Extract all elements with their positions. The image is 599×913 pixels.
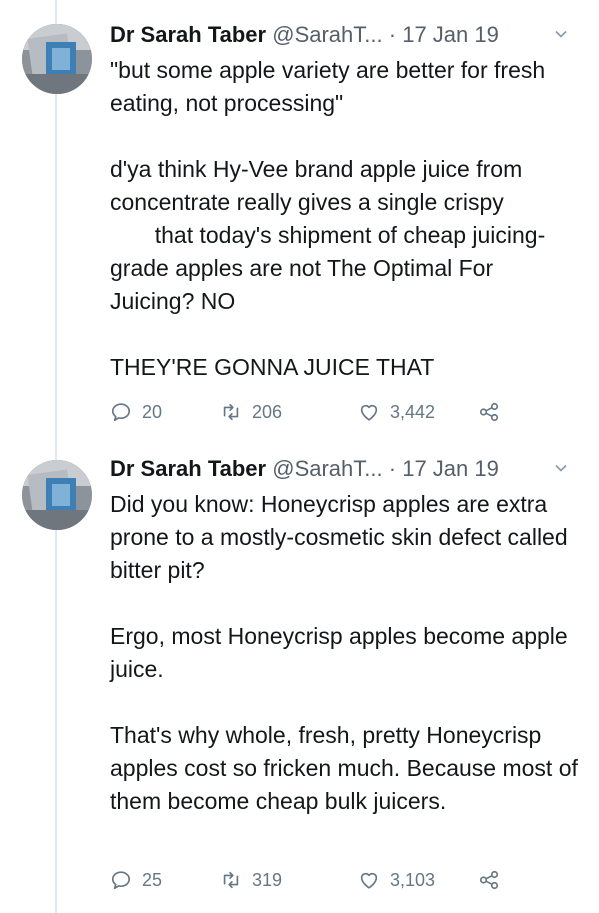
tweet-text: Did you know: Honeycrisp apples are extr… <box>110 488 580 818</box>
tweet-paragraph: Did you know: Honeycrisp apples are extr… <box>110 491 575 583</box>
tweet-paragraph: d'ya think Hy-Vee brand apple juice from… <box>110 156 546 314</box>
tweet-paragraph: THEY'RE GONNA JUICE THAT <box>110 354 435 380</box>
share-button[interactable] <box>478 865 500 895</box>
tweet-date[interactable]: 17 Jan 19 <box>402 456 499 481</box>
avatar-image <box>22 24 92 94</box>
separator-dot: · <box>388 22 397 47</box>
like-button[interactable]: 3,442 <box>358 397 435 427</box>
author-handle[interactable]: @SarahT... <box>272 22 382 47</box>
tweet-text: "but some apple variety are better for f… <box>110 54 580 384</box>
share-icon <box>479 402 499 422</box>
share-button[interactable] <box>478 397 500 427</box>
author-name[interactable]: Dr Sarah Taber <box>110 22 266 47</box>
share-icon <box>479 870 499 890</box>
tweet-header: Dr Sarah Taber @SarahT... · 17 Jan 19 <box>110 454 599 484</box>
reply-icon <box>111 871 131 890</box>
like-count: 3,442 <box>390 401 436 422</box>
retweet-count: 319 <box>252 869 283 890</box>
reply-count: 20 <box>142 401 163 422</box>
retweet-button[interactable]: 206 <box>220 397 282 427</box>
tweet-date[interactable]: 17 Jan 19 <box>402 22 499 47</box>
tweet[interactable]: Dr Sarah Taber @SarahT... · 17 Jan 19 Di… <box>0 440 599 913</box>
chevron-down-icon[interactable] <box>555 28 567 40</box>
reply-icon <box>111 403 131 422</box>
tweet-paragraph: That's why whole, fresh, pretty Honeycri… <box>110 722 585 814</box>
retweet-button[interactable]: 319 <box>220 865 282 895</box>
reply-button[interactable]: 25 <box>110 865 162 895</box>
author-name[interactable]: Dr Sarah Taber <box>110 456 266 481</box>
heart-icon <box>360 404 378 421</box>
like-button[interactable]: 3,103 <box>358 865 435 895</box>
tweet-paragraph: Ergo, most Honeycrisp apples become appl… <box>110 623 575 682</box>
retweet-count: 206 <box>252 401 283 422</box>
author-handle[interactable]: @SarahT... <box>272 456 382 481</box>
retweet-icon <box>223 871 239 889</box>
separator-dot: · <box>388 456 397 481</box>
tweet-header: Dr Sarah Taber @SarahT... · 17 Jan 19 <box>110 20 599 50</box>
retweet-icon <box>223 403 239 421</box>
tweet[interactable]: Dr Sarah Taber @SarahT... · 17 Jan 19 "b… <box>0 0 599 440</box>
chevron-down-icon[interactable] <box>555 462 567 474</box>
reply-count: 25 <box>142 869 163 890</box>
avatar[interactable] <box>22 460 92 530</box>
avatar[interactable] <box>22 24 92 94</box>
tweet-paragraph: "but some apple variety are better for f… <box>110 57 552 116</box>
like-count: 3,103 <box>390 869 436 890</box>
avatar-image <box>22 460 92 530</box>
reply-button[interactable]: 20 <box>110 397 162 427</box>
heart-icon <box>360 872 378 889</box>
